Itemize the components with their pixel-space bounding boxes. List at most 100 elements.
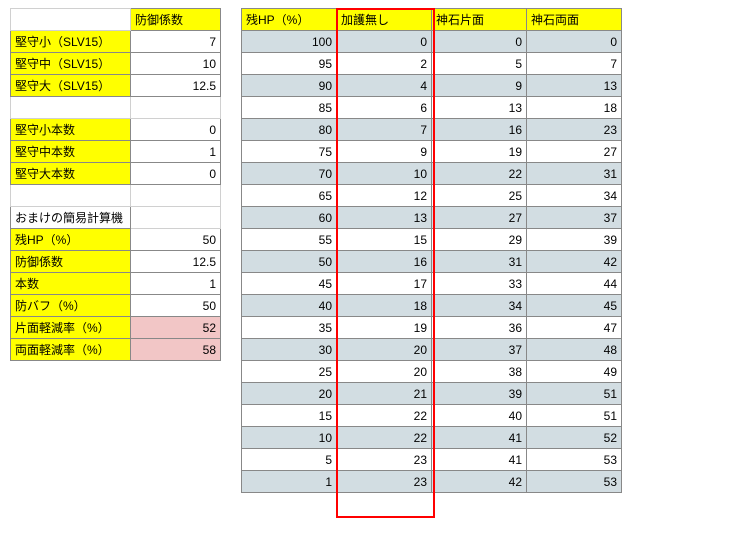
table-row: 70102231 xyxy=(242,163,622,185)
one-cell: 19 xyxy=(432,141,527,163)
row-value[interactable]: 50 xyxy=(131,295,221,317)
both-cell: 51 xyxy=(527,383,622,405)
both-cell: 52 xyxy=(527,427,622,449)
none-cell: 20 xyxy=(337,339,432,361)
none-cell: 20 xyxy=(337,361,432,383)
hp-cell: 20 xyxy=(242,383,337,405)
row-label: 防御係数 xyxy=(11,251,131,273)
table-row: 40183445 xyxy=(242,295,622,317)
table-row: 25203849 xyxy=(242,361,622,383)
one-cell: 16 xyxy=(432,119,527,141)
table-row: 8071623 xyxy=(242,119,622,141)
hp-cell: 70 xyxy=(242,163,337,185)
one-cell: 42 xyxy=(432,471,527,493)
row-label: 両面軽減率（%） xyxy=(11,339,131,361)
row-value[interactable]: 1 xyxy=(131,273,221,295)
none-cell: 23 xyxy=(337,471,432,493)
hp-cell: 100 xyxy=(242,31,337,53)
both-cell: 23 xyxy=(527,119,622,141)
hp-cell: 90 xyxy=(242,75,337,97)
one-cell: 41 xyxy=(432,427,527,449)
one-cell: 22 xyxy=(432,163,527,185)
row-value[interactable]: 0 xyxy=(131,163,221,185)
one-cell: 33 xyxy=(432,273,527,295)
none-cell: 10 xyxy=(337,163,432,185)
both-cell: 42 xyxy=(527,251,622,273)
none-cell: 2 xyxy=(337,53,432,75)
table-row: 30203748 xyxy=(242,339,622,361)
one-cell: 0 xyxy=(432,31,527,53)
both-cell: 49 xyxy=(527,361,622,383)
row-value[interactable]: 12.5 xyxy=(131,75,221,97)
blank-cell xyxy=(11,9,131,31)
table-row: 7591927 xyxy=(242,141,622,163)
table-row: 5234153 xyxy=(242,449,622,471)
none-cell: 7 xyxy=(337,119,432,141)
both-cell: 27 xyxy=(527,141,622,163)
one-cell: 25 xyxy=(432,185,527,207)
row-value[interactable]: 50 xyxy=(131,229,221,251)
both-cell: 39 xyxy=(527,229,622,251)
both-cell: 18 xyxy=(527,97,622,119)
both-cell: 37 xyxy=(527,207,622,229)
none-cell: 9 xyxy=(337,141,432,163)
row-label: 防バフ（%） xyxy=(11,295,131,317)
none-cell: 21 xyxy=(337,383,432,405)
table-row: 100000 xyxy=(242,31,622,53)
table-row: 65122534 xyxy=(242,185,622,207)
row-label: 本数 xyxy=(11,273,131,295)
one-cell: 29 xyxy=(432,229,527,251)
hp-cell: 5 xyxy=(242,449,337,471)
hp-cell: 95 xyxy=(242,53,337,75)
one-cell: 9 xyxy=(432,75,527,97)
one-cell: 31 xyxy=(432,251,527,273)
defense-coef-header: 防御係数 xyxy=(131,9,221,31)
both-cell: 51 xyxy=(527,405,622,427)
hp-cell: 10 xyxy=(242,427,337,449)
none-cell: 22 xyxy=(337,427,432,449)
row-label: 堅守小（SLV15） xyxy=(11,31,131,53)
row-value: 58 xyxy=(131,339,221,361)
col-header-none: 加護無し xyxy=(337,9,432,31)
row-value[interactable]: 12.5 xyxy=(131,251,221,273)
one-cell: 13 xyxy=(432,97,527,119)
hp-reduction-table: 残HP（%） 加護無し 神石片面 神石両面 100000952579049138… xyxy=(241,8,622,493)
hp-cell: 85 xyxy=(242,97,337,119)
both-cell: 53 xyxy=(527,471,622,493)
row-value[interactable]: 0 xyxy=(131,119,221,141)
left-parameter-table: 防御係数 堅守小（SLV15） 7 堅守中（SLV15） 10 堅守大（SLV1… xyxy=(10,8,221,361)
one-cell: 40 xyxy=(432,405,527,427)
blank-cell xyxy=(131,207,221,229)
none-cell: 19 xyxy=(337,317,432,339)
table-row: 50163142 xyxy=(242,251,622,273)
row-value[interactable]: 10 xyxy=(131,53,221,75)
row-label: 堅守中（SLV15） xyxy=(11,53,131,75)
both-cell: 44 xyxy=(527,273,622,295)
both-cell: 13 xyxy=(527,75,622,97)
hp-cell: 80 xyxy=(242,119,337,141)
one-cell: 34 xyxy=(432,295,527,317)
table-row: 55152939 xyxy=(242,229,622,251)
both-cell: 48 xyxy=(527,339,622,361)
hp-cell: 50 xyxy=(242,251,337,273)
col-header-hp: 残HP（%） xyxy=(242,9,337,31)
row-label: 堅守大本数 xyxy=(11,163,131,185)
one-cell: 39 xyxy=(432,383,527,405)
both-cell: 47 xyxy=(527,317,622,339)
none-cell: 13 xyxy=(337,207,432,229)
one-cell: 37 xyxy=(432,339,527,361)
row-value[interactable]: 1 xyxy=(131,141,221,163)
row-label: 堅守中本数 xyxy=(11,141,131,163)
both-cell: 53 xyxy=(527,449,622,471)
none-cell: 12 xyxy=(337,185,432,207)
none-cell: 16 xyxy=(337,251,432,273)
none-cell: 18 xyxy=(337,295,432,317)
hp-cell: 35 xyxy=(242,317,337,339)
hp-cell: 40 xyxy=(242,295,337,317)
row-value[interactable]: 7 xyxy=(131,31,221,53)
table-row: 35193647 xyxy=(242,317,622,339)
one-cell: 41 xyxy=(432,449,527,471)
none-cell: 0 xyxy=(337,31,432,53)
calc-title: おまけの簡易計算機 xyxy=(11,207,131,229)
none-cell: 15 xyxy=(337,229,432,251)
